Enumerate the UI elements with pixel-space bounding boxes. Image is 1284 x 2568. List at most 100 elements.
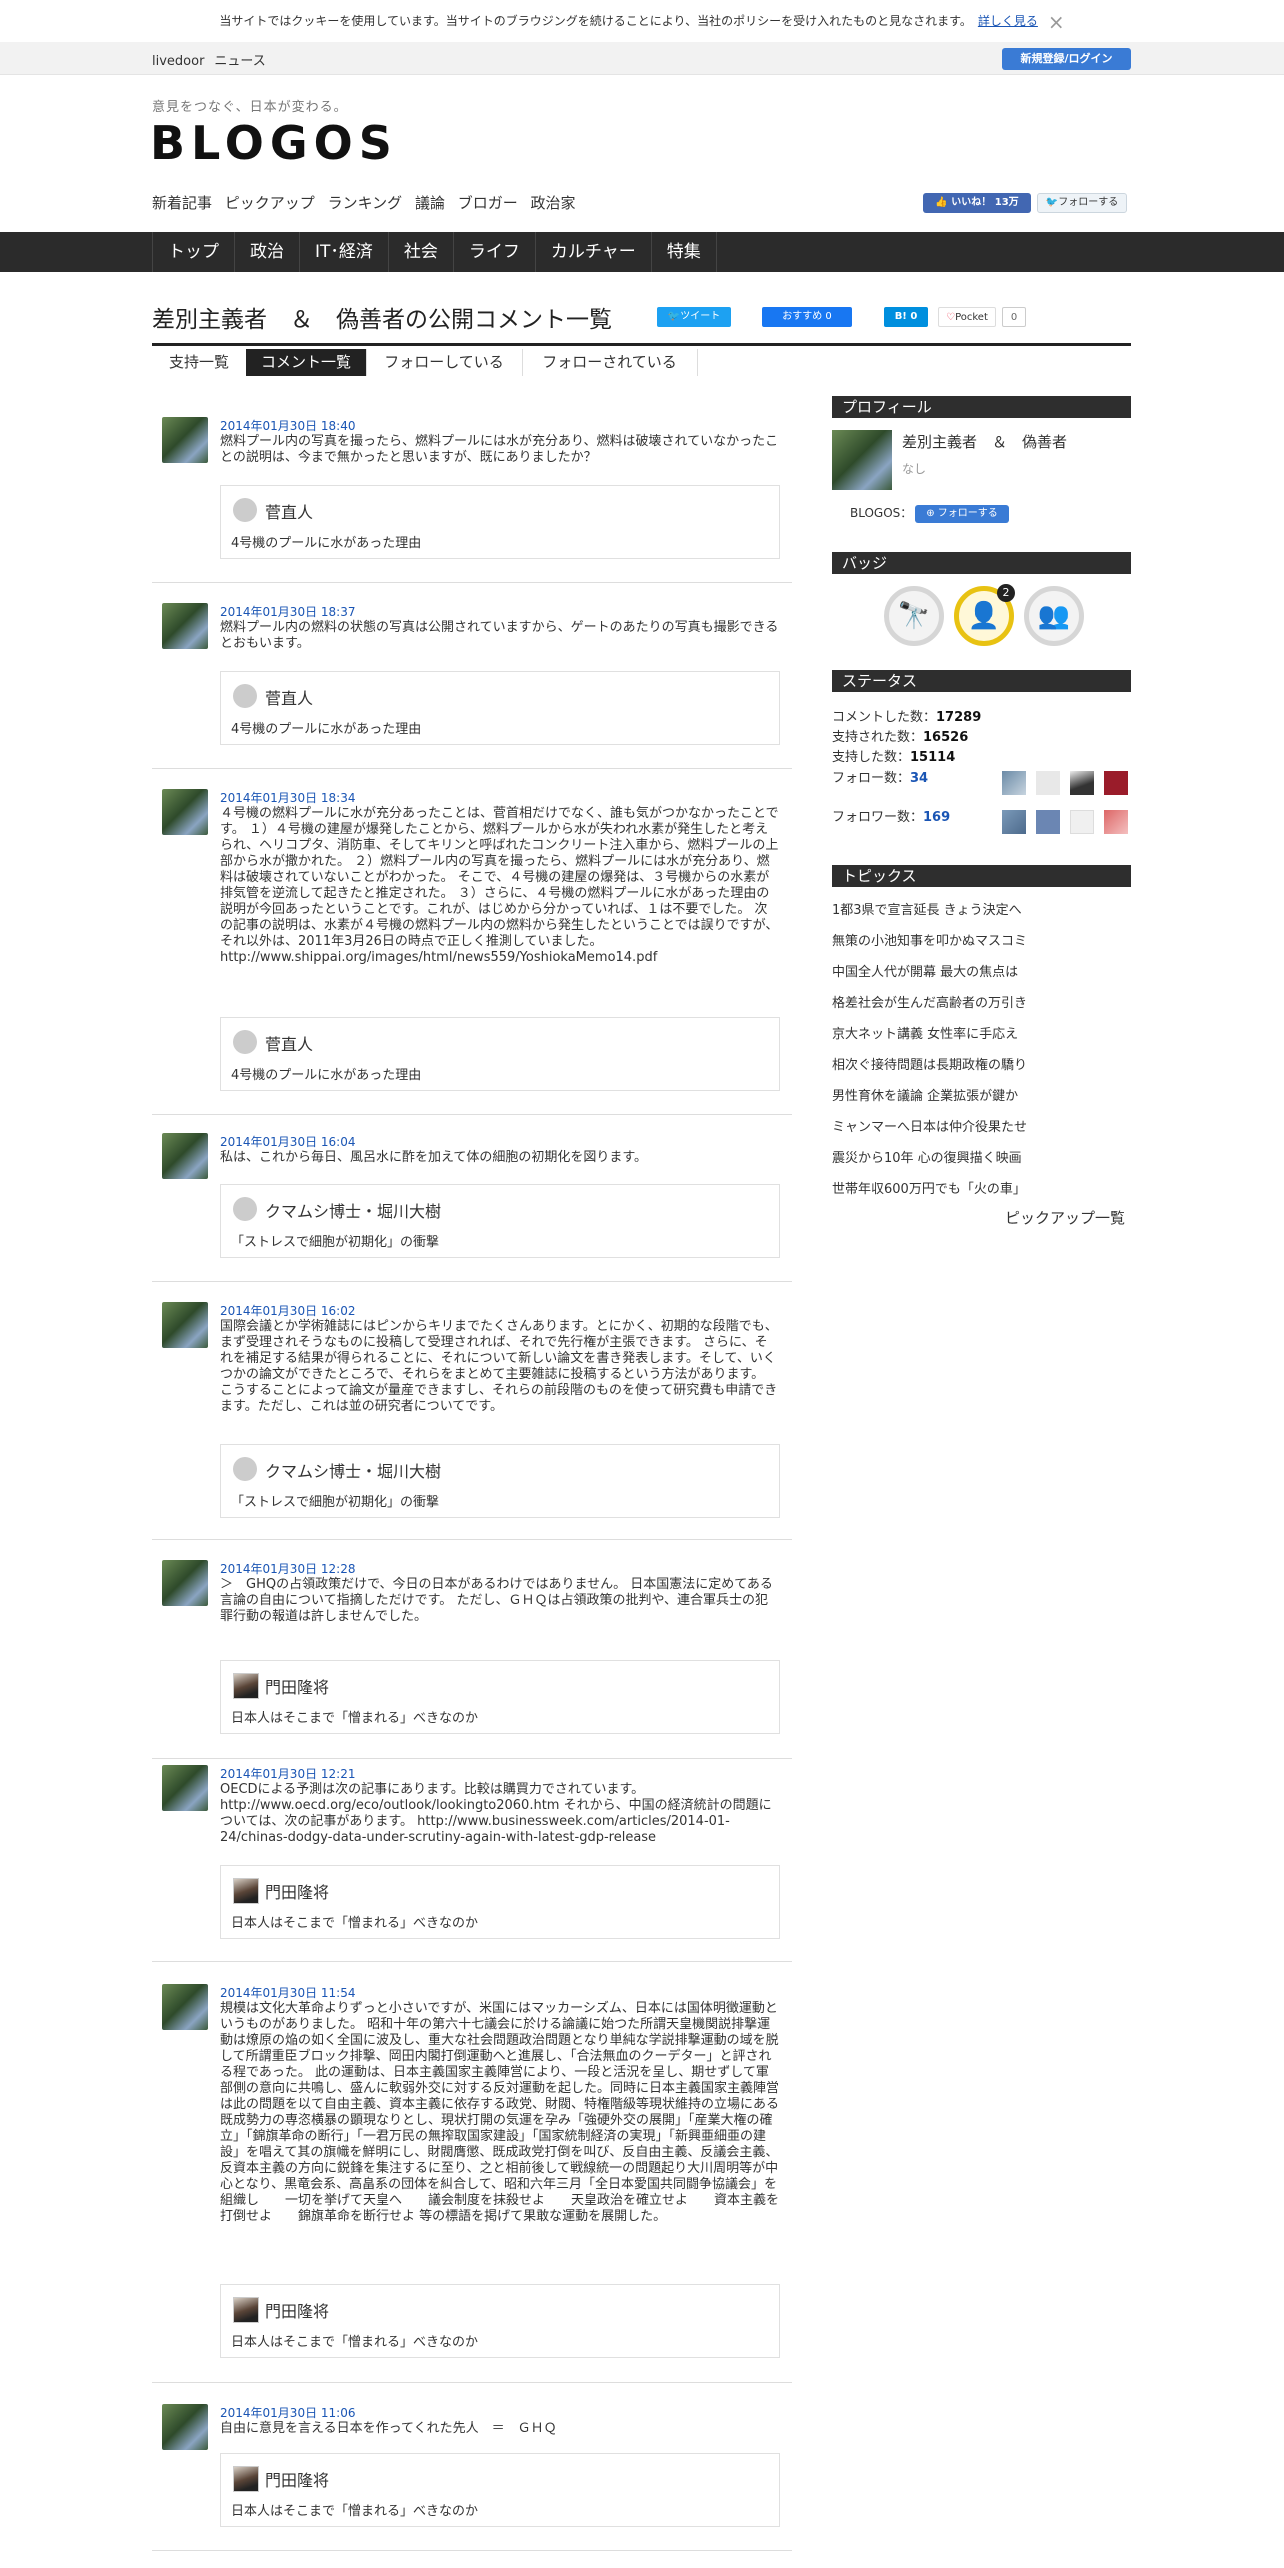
news-link[interactable]: ニュース	[214, 54, 265, 69]
avatar[interactable]	[162, 1133, 208, 1179]
reference-author[interactable]: 門田隆将	[265, 1879, 329, 1903]
comment-time[interactable]: 2014年01月30日 12:21	[220, 1765, 355, 1782]
topic-link[interactable]: 世帯年収600万円でも「火の車」	[832, 1178, 1026, 1197]
topic-link[interactable]: 男性育休を議論 企業拡張が鍵か	[832, 1085, 1018, 1104]
comment-reference[interactable]: 門田隆将 日本人はそこまで「憎まれる」べきなのか	[220, 1865, 780, 1939]
avatar[interactable]	[162, 789, 208, 835]
reference-author[interactable]: 門田隆将	[265, 1674, 329, 1698]
comment-reference[interactable]: 門田隆将 日本人はそこまで「憎まれる」べきなのか	[220, 1660, 780, 1734]
comment-reference[interactable]: 門田隆将 日本人はそこまで「憎まれる」べきなのか	[220, 2453, 780, 2527]
reference-title[interactable]: 「ストレスで細胞が初期化」の衝撃	[231, 1491, 439, 1510]
comment-reference[interactable]: 菅直人 4号機のプールに水があった理由	[220, 485, 780, 559]
reference-author[interactable]: 菅直人	[265, 685, 313, 709]
topic-link[interactable]: 京大ネット講義 女性率に手応え	[832, 1023, 1018, 1042]
comment-reference[interactable]: クマムシ博士・堀川大樹 「ストレスで細胞が初期化」の衝撃	[220, 1444, 780, 1518]
comment-time[interactable]: 2014年01月30日 18:37	[220, 603, 355, 620]
reference-title[interactable]: 4号機のプールに水があった理由	[231, 718, 421, 737]
tab-following[interactable]: フォローしている	[366, 349, 523, 376]
topic-link[interactable]: 無策の小池知事を叩かぬマスコミ	[832, 930, 1027, 949]
avatar[interactable]	[162, 603, 208, 649]
follower-user-thumb[interactable]	[1002, 810, 1026, 834]
facebook-recommend-button[interactable]: おすすめ 0	[762, 307, 852, 327]
comment-time[interactable]: 2014年01月30日 18:34	[220, 789, 355, 806]
livedoor-link[interactable]: livedoor	[152, 54, 204, 69]
comment-reference[interactable]: 菅直人 4号機のプールに水があった理由	[220, 671, 780, 745]
user-silhouette-icon	[233, 1030, 257, 1054]
comment-time[interactable]: 2014年01月30日 12:28	[220, 1560, 355, 1577]
pickup-list-link[interactable]: ピックアップ一覧	[1005, 1207, 1125, 1228]
topic-link[interactable]: 相次ぐ接待問題は長期政権の驕り	[832, 1054, 1027, 1073]
profile-avatar	[832, 430, 892, 490]
tweet-button[interactable]: 🐦ツイート	[657, 307, 731, 327]
avatar[interactable]	[162, 2404, 208, 2450]
comment-time[interactable]: 2014年01月30日 11:06	[220, 2404, 355, 2421]
reference-author[interactable]: 門田隆将	[265, 2298, 329, 2322]
following-user-thumb[interactable]	[1002, 771, 1026, 795]
reference-author[interactable]: 菅直人	[265, 499, 313, 523]
topic-link[interactable]: 中国全人代が開幕 最大の焦点は	[832, 961, 1018, 980]
reference-title[interactable]: 日本人はそこまで「憎まれる」べきなのか	[231, 2500, 478, 2519]
avatar[interactable]	[162, 1765, 208, 1811]
comment-time[interactable]: 2014年01月30日 16:02	[220, 1302, 355, 1319]
comment-reference[interactable]: クマムシ博士・堀川大樹 「ストレスで細胞が初期化」の衝撃	[220, 1184, 780, 1258]
reference-title[interactable]: 日本人はそこまで「憎まれる」べきなのか	[231, 1707, 478, 1726]
avatar[interactable]	[162, 1560, 208, 1606]
facebook-badge-icon[interactable]: 👥	[1024, 586, 1084, 646]
tab-supports[interactable]: 支持一覧	[152, 349, 247, 376]
subnav-debate[interactable]: 議論	[415, 194, 445, 212]
topic-link[interactable]: 1都3県で宣言延長 きょう決定へ	[832, 899, 1022, 918]
binoculars-badge-icon[interactable]: 🔭	[884, 586, 944, 646]
nav-society[interactable]: 社会	[387, 232, 453, 272]
hatena-bookmark-button[interactable]: B! 0	[884, 307, 928, 327]
reference-author[interactable]: クマムシ博士・堀川大樹	[265, 1198, 441, 1222]
comment-time[interactable]: 2014年01月30日 11:54	[220, 1984, 355, 2001]
following-user-thumb[interactable]	[1104, 771, 1128, 795]
reference-title[interactable]: 4号機のプールに水があった理由	[231, 1064, 421, 1083]
reference-author[interactable]: クマムシ博士・堀川大樹	[265, 1458, 441, 1482]
reference-title[interactable]: 日本人はそこまで「憎まれる」べきなのか	[231, 2331, 478, 2350]
reference-title[interactable]: 日本人はそこまで「憎まれる」べきなのか	[231, 1912, 478, 1931]
subnav-new[interactable]: 新着記事	[152, 194, 212, 212]
follower-user-thumb[interactable]	[1104, 810, 1128, 834]
nav-feature[interactable]: 特集	[650, 232, 717, 272]
topic-link[interactable]: ミャンマーへ日本は仲介役果たせ	[832, 1116, 1027, 1135]
avatar[interactable]	[162, 1984, 208, 2030]
nav-culture[interactable]: カルチャー	[534, 232, 651, 272]
cookie-more-link[interactable]: 詳しく見る	[978, 14, 1038, 28]
nav-it-economy[interactable]: IT･経済	[299, 232, 388, 272]
reference-title[interactable]: 「ストレスで細胞が初期化」の衝撃	[231, 1231, 439, 1250]
follow-count-link[interactable]: 34	[910, 771, 928, 786]
avatar[interactable]	[162, 1302, 208, 1348]
nav-politics[interactable]: 政治	[234, 232, 299, 272]
follow-button[interactable]: ⊕ フォローする	[915, 505, 1009, 523]
follower-user-thumb[interactable]	[1070, 810, 1094, 834]
comment-time[interactable]: 2014年01月30日 18:40	[220, 417, 355, 434]
avatar[interactable]	[162, 417, 208, 463]
subnav-pickup[interactable]: ピックアップ	[225, 194, 315, 212]
follower-count-link[interactable]: 169	[923, 810, 950, 825]
close-icon[interactable]: ×	[1048, 12, 1065, 32]
subnav-blogger[interactable]: ブロガー	[458, 194, 518, 212]
twitter-follow-button[interactable]: 🐦フォローする	[1037, 193, 1127, 213]
tab-followers[interactable]: フォローされている	[522, 349, 698, 376]
tab-comments[interactable]: コメント一覧	[246, 349, 367, 376]
nav-life[interactable]: ライフ	[452, 232, 535, 272]
topic-link[interactable]: 震災から10年 心の復興描く映画	[832, 1147, 1022, 1166]
facebook-like-button[interactable]: 👍 いいね！ 13万	[923, 193, 1031, 213]
following-user-thumb[interactable]	[1036, 771, 1060, 795]
pocket-button[interactable]: ♡Pocket	[938, 307, 996, 327]
nav-top[interactable]: トップ	[152, 232, 234, 272]
comment-time[interactable]: 2014年01月30日 16:04	[220, 1133, 355, 1150]
login-button[interactable]: 新規登録/ログイン	[1002, 48, 1131, 70]
topic-link[interactable]: 格差社会が生んだ高齢者の万引き	[832, 992, 1027, 1011]
follower-user-thumb[interactable]	[1036, 810, 1060, 834]
reference-title[interactable]: 4号機のプールに水があった理由	[231, 532, 421, 551]
following-user-thumb[interactable]	[1070, 771, 1094, 795]
comment-reference[interactable]: 菅直人 4号機のプールに水があった理由	[220, 1017, 780, 1091]
subnav-politician[interactable]: 政治家	[531, 194, 576, 212]
reference-author[interactable]: 菅直人	[265, 1031, 313, 1055]
comment-reference[interactable]: 門田隆将 日本人はそこまで「憎まれる」べきなのか	[220, 2284, 780, 2358]
blogos-logo[interactable]: BLOGOS	[150, 118, 398, 168]
subnav-ranking[interactable]: ランキング	[328, 194, 403, 212]
reference-author[interactable]: 門田隆将	[265, 2467, 329, 2491]
